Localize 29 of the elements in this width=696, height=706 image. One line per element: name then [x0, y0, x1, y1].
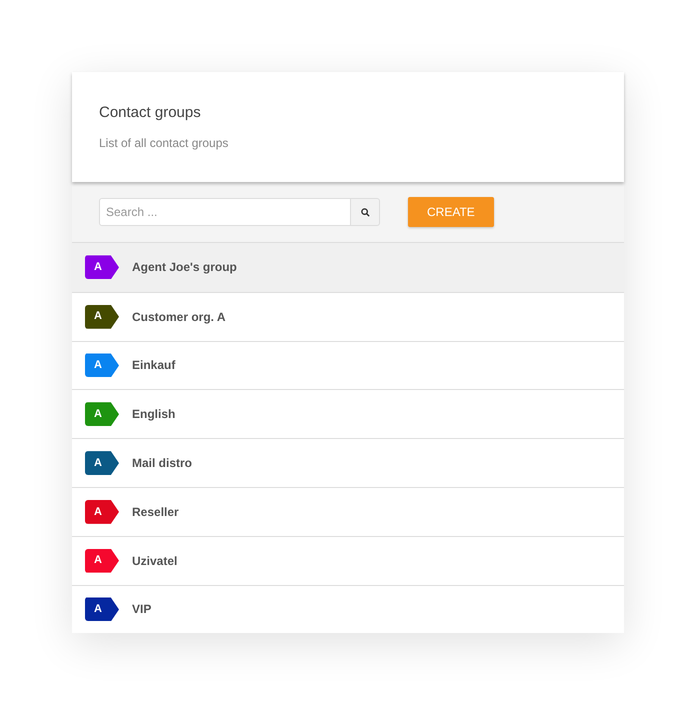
group-name: VIP	[132, 601, 152, 618]
search-field[interactable]: Search ...	[99, 198, 351, 226]
group-tag: A	[85, 451, 119, 476]
group-tag: A	[85, 597, 119, 622]
group-name: Agent Joe's group	[132, 259, 237, 276]
group-row[interactable]: A VIP	[72, 584, 624, 634]
group-tag: A	[85, 304, 119, 329]
group-name: Uzivatel	[132, 552, 178, 570]
group-name: Einkauf	[132, 357, 176, 374]
group-tag: A	[85, 402, 119, 426]
group-name: Mail distro	[132, 455, 192, 472]
group-row[interactable]: A Mail distro	[72, 438, 624, 487]
group-tag: A	[85, 548, 119, 573]
group-row[interactable]: A Customer org. A	[72, 292, 624, 341]
search-button[interactable]	[351, 198, 380, 226]
group-name: Reseller	[132, 504, 179, 521]
group-name: Customer org. A	[132, 308, 226, 326]
page-subtitle: List of all contact groups	[99, 136, 230, 150]
page-title: Contact groups	[99, 104, 202, 122]
group-tag: A	[85, 255, 119, 280]
group-name: English	[132, 406, 176, 424]
group-row[interactable]: A Uzivatel	[72, 536, 624, 585]
group-row[interactable]: A English	[72, 389, 624, 438]
group-tag: A	[85, 500, 119, 524]
search-icon	[360, 208, 370, 216]
group-tag: A	[85, 353, 119, 378]
group-row[interactable]: A Reseller	[72, 486, 624, 536]
group-row[interactable]: A Einkauf	[72, 340, 624, 390]
group-row[interactable]: A Agent Joe's group	[72, 243, 624, 292]
